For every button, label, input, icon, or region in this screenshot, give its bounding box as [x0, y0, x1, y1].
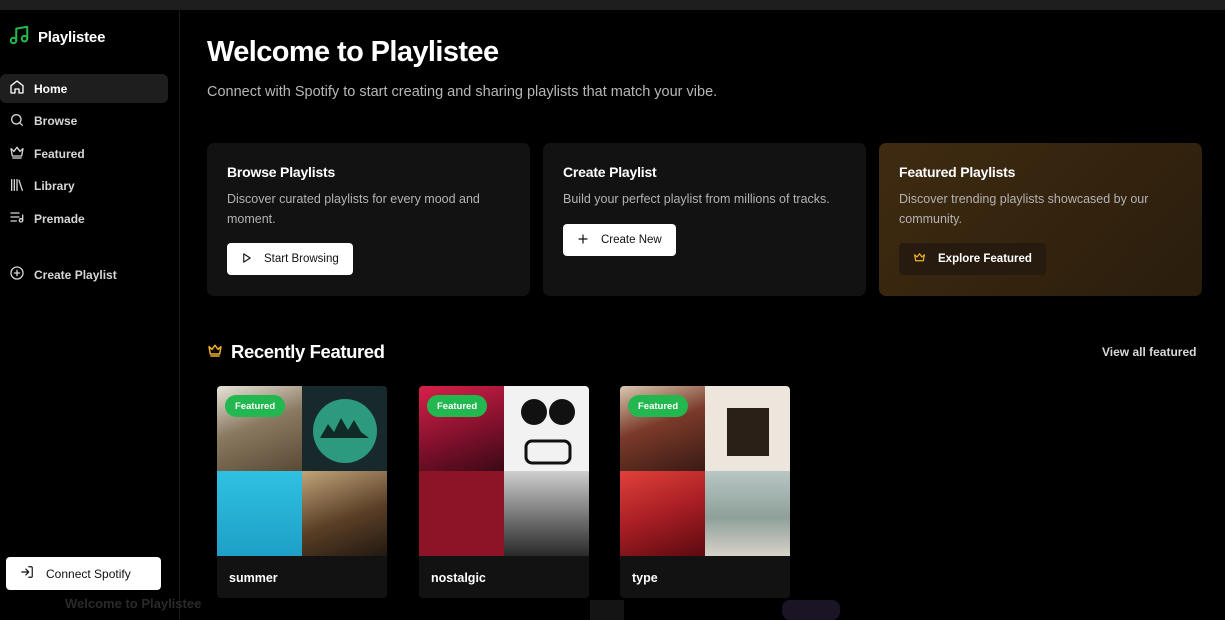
- playlist-card-summer[interactable]: Featured summer: [217, 386, 387, 598]
- home-icon: [9, 79, 25, 98]
- playlist-name: summer: [229, 571, 278, 585]
- login-icon: [20, 565, 34, 582]
- create-playlist-card: Create Playlist Build your perfect playl…: [543, 143, 866, 296]
- sidebar: Playlistee Home Browse Featured Library …: [0, 10, 180, 620]
- button-label: Create New: [601, 234, 662, 246]
- plus-circle-icon: [9, 265, 25, 284]
- sidebar-item-label: Browse: [34, 114, 78, 128]
- connect-spotify-button[interactable]: Connect Spotify: [6, 557, 161, 590]
- card-title: Create Playlist: [563, 164, 657, 180]
- explore-featured-button[interactable]: Explore Featured: [899, 243, 1046, 275]
- sidebar-item-premade[interactable]: Premade: [0, 204, 168, 233]
- play-icon: [241, 252, 252, 267]
- music-note-icon: [8, 24, 30, 51]
- main-content: Welcome to Playlistee Connect with Spoti…: [181, 10, 1225, 620]
- sidebar-item-home[interactable]: Home: [0, 74, 168, 103]
- crown-icon: [207, 342, 223, 363]
- sidebar-item-label: Library: [34, 179, 75, 193]
- featured-badge: Featured: [628, 395, 689, 417]
- playlist-card-nostalgic[interactable]: Featured nostalgic: [419, 386, 589, 598]
- list-icon: [9, 209, 25, 228]
- playlist-card-type[interactable]: Featured type: [620, 386, 790, 598]
- button-label: Start Browsing: [264, 253, 339, 265]
- sidebar-item-label: Featured: [34, 146, 85, 161]
- start-browsing-button[interactable]: Start Browsing: [227, 243, 353, 275]
- crown-icon: [9, 144, 25, 163]
- album-art: [302, 386, 387, 471]
- card-title: Browse Playlists: [227, 164, 336, 180]
- featured-playlists-card: Featured Playlists Discover trending pla…: [879, 143, 1202, 296]
- playlist-name: type: [632, 571, 658, 585]
- page-title: Welcome to Playlistee: [207, 36, 499, 68]
- playlist-name: nostalgic: [431, 571, 486, 585]
- sidebar-item-label: Premade: [34, 211, 85, 226]
- background-echo-block: [590, 600, 624, 620]
- recently-featured-header: Recently Featured: [207, 341, 385, 363]
- sidebar-item-browse[interactable]: Browse: [0, 107, 168, 136]
- featured-badge: Featured: [225, 395, 286, 417]
- album-art: [504, 386, 589, 471]
- app-name: Playlistee: [38, 29, 106, 46]
- card-description: Build your perfect playlist from million…: [563, 192, 830, 206]
- featured-badge: Featured: [427, 395, 488, 417]
- library-icon: [9, 177, 25, 196]
- button-label: Explore Featured: [938, 253, 1032, 265]
- page-subtitle: Connect with Spotify to start creating a…: [207, 84, 718, 100]
- section-title: Recently Featured: [231, 341, 385, 362]
- view-all-featured-link[interactable]: View all featured: [1102, 345, 1196, 359]
- album-art: [620, 471, 705, 556]
- sidebar-item-featured[interactable]: Featured: [0, 139, 168, 168]
- plus-icon: [577, 233, 589, 248]
- sidebar-nav: Home Browse Featured Library Premade: [0, 74, 168, 237]
- browse-playlists-card: Browse Playlists Discover curated playli…: [207, 143, 530, 296]
- album-art: [504, 471, 589, 556]
- search-icon: [9, 112, 25, 131]
- sidebar-item-create-playlist[interactable]: Create Playlist: [0, 260, 168, 289]
- window-top-bar: [0, 0, 1225, 10]
- background-echo-title: Welcome to Playlistee: [65, 596, 202, 611]
- album-art: [217, 471, 302, 556]
- background-echo-pill: [782, 600, 840, 620]
- sidebar-item-library[interactable]: Library: [0, 172, 168, 201]
- crown-icon: [913, 251, 926, 267]
- brand[interactable]: Playlistee: [8, 24, 105, 51]
- album-art: [705, 471, 790, 556]
- connect-spotify-label: Connect Spotify: [46, 566, 131, 581]
- album-art: [419, 471, 504, 556]
- sidebar-item-label: Home: [34, 81, 68, 96]
- sidebar-item-label: Create Playlist: [34, 267, 117, 282]
- card-title: Featured Playlists: [899, 164, 1016, 180]
- card-description: Discover trending playlists showcased by…: [899, 192, 1149, 226]
- create-new-button[interactable]: Create New: [563, 224, 676, 256]
- album-art: [302, 471, 387, 556]
- card-description: Discover curated playlists for every moo…: [227, 192, 480, 226]
- album-art: [705, 386, 790, 471]
